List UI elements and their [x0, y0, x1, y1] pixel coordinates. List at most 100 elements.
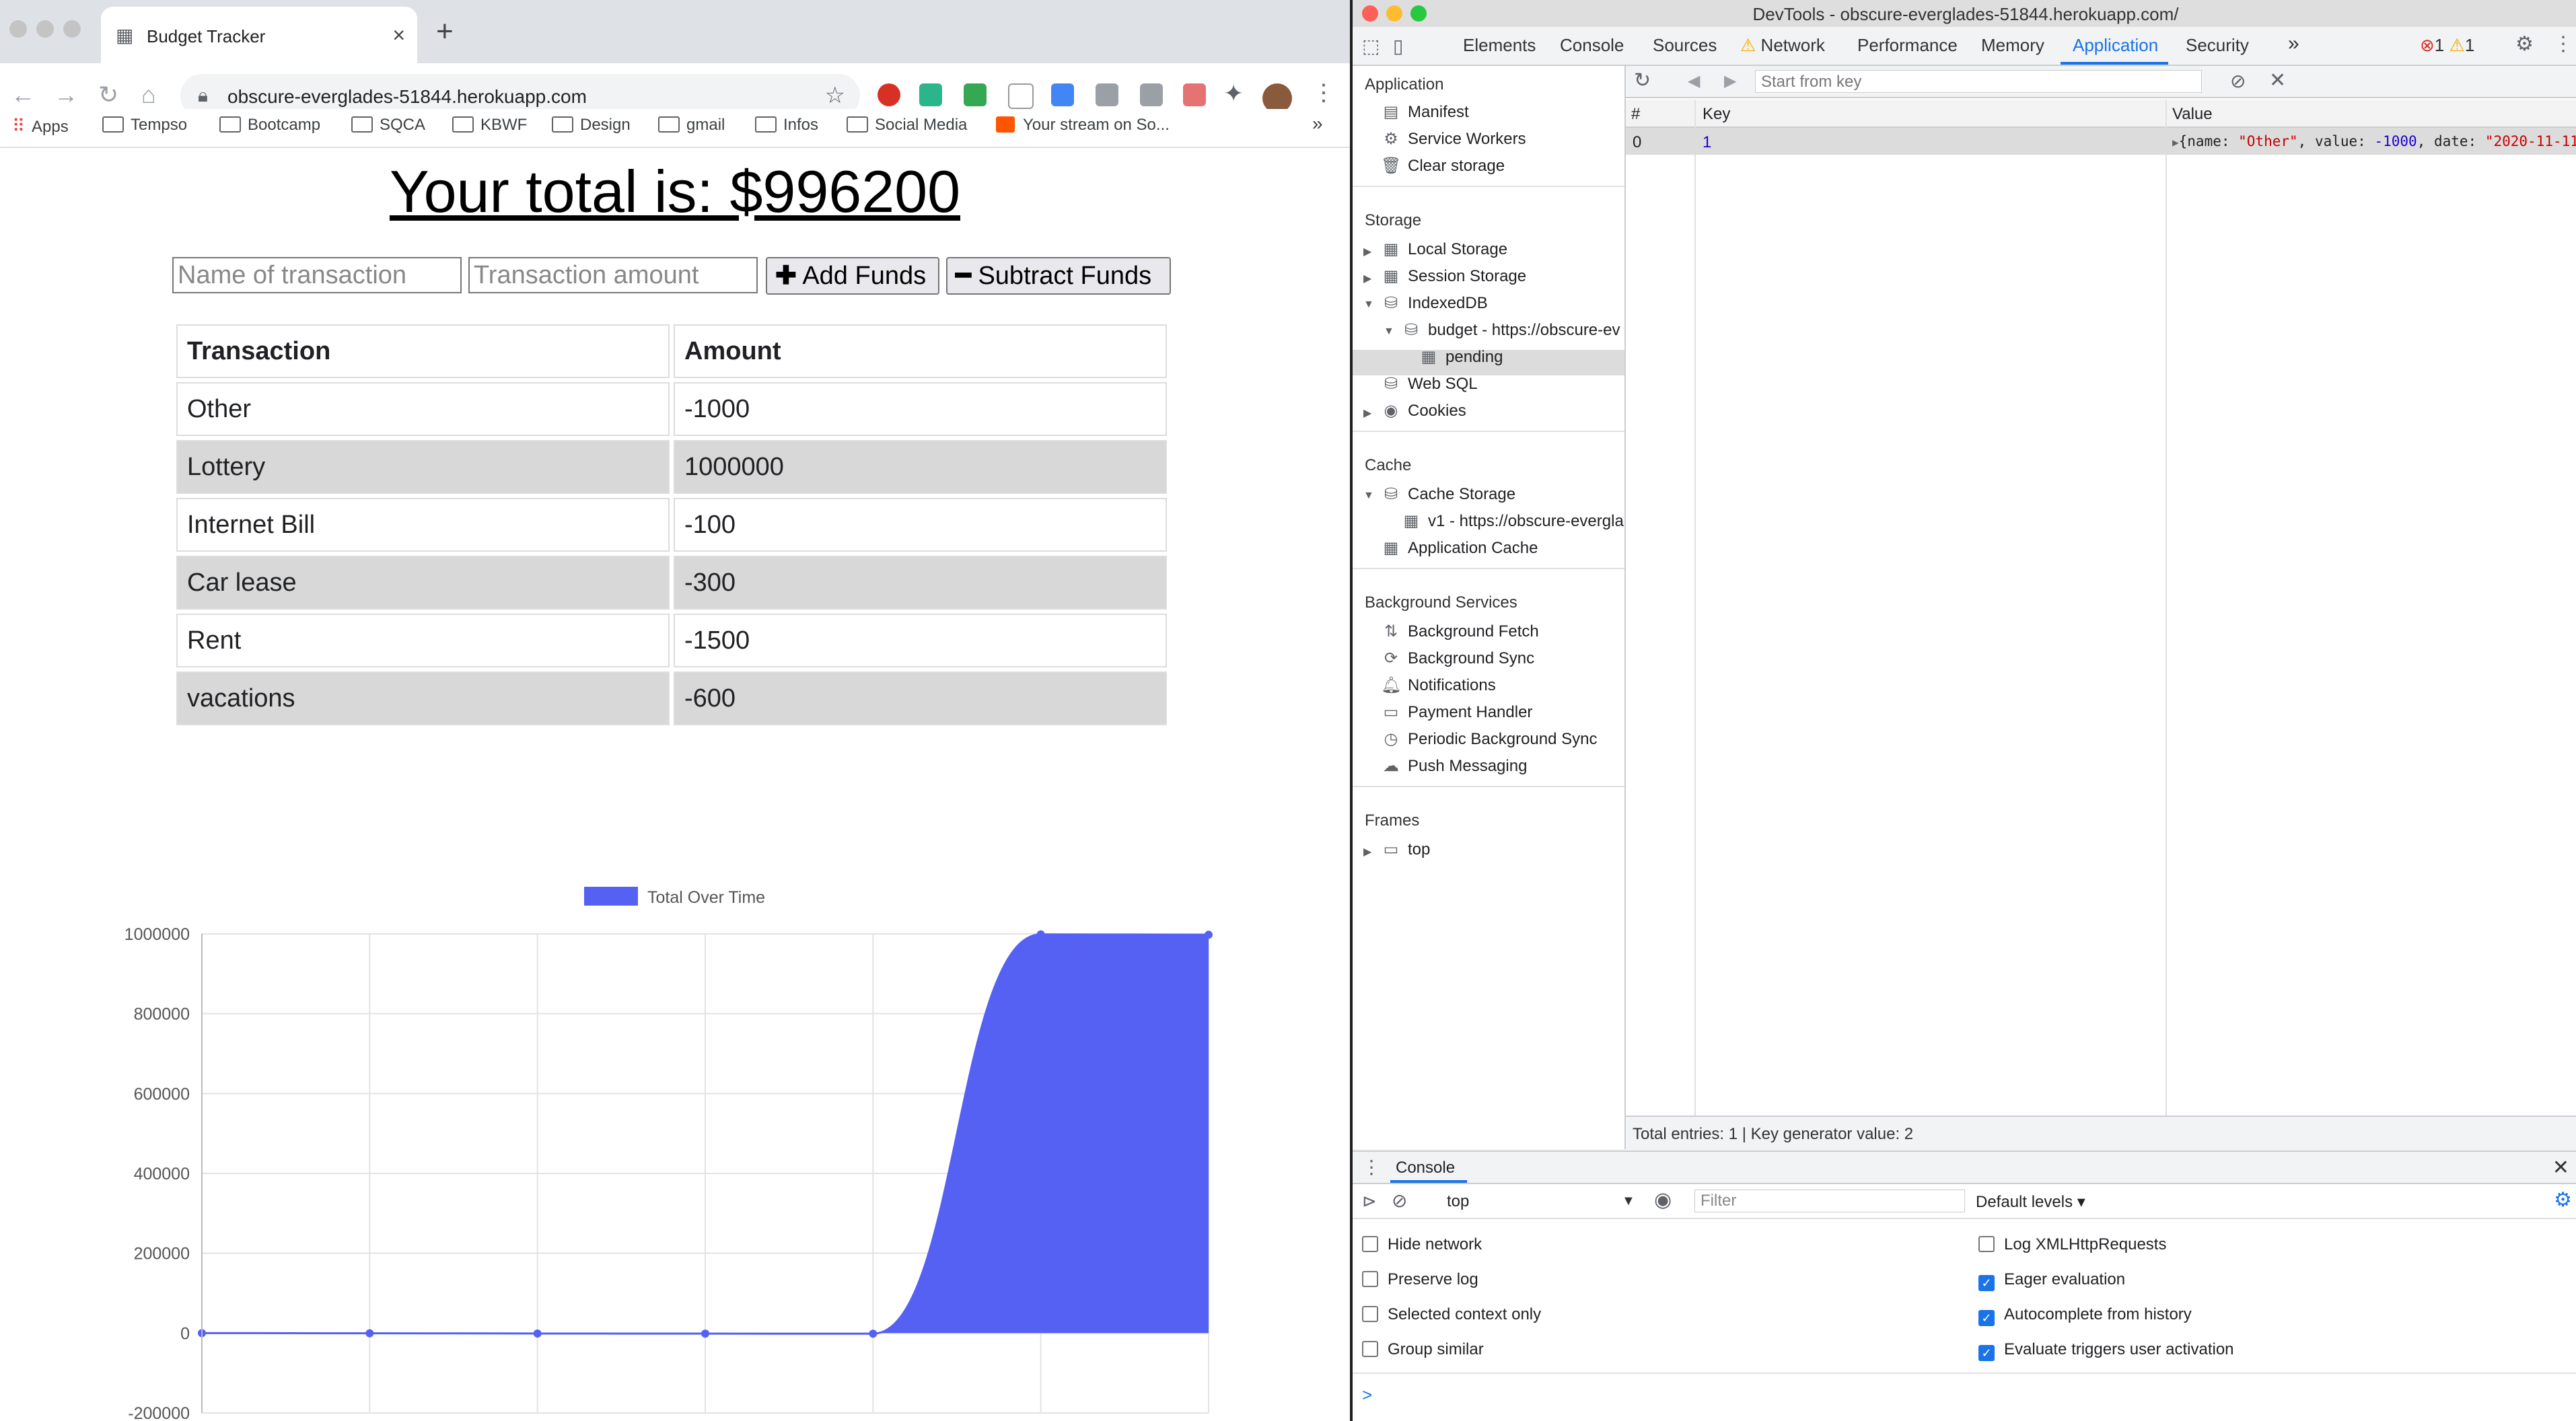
sidebar-item-cache-v1[interactable]: ▦ v1 - https://obscure-evergla — [1401, 511, 1624, 531]
extension-icon[interactable] — [964, 83, 987, 106]
start-from-key-input[interactable]: Start from key — [1755, 70, 2202, 93]
sidebar-item-notifications[interactable]: 🔔︎ Notifications — [1381, 676, 1496, 695]
expand-arrow-icon[interactable]: ▶ — [2172, 136, 2179, 149]
checkbox[interactable] — [1362, 1236, 1378, 1252]
back-icon[interactable]: ← — [11, 81, 35, 109]
error-count-badge[interactable]: ⊗1 ⚠1 — [2420, 35, 2474, 56]
bookmark-folder[interactable]: Tempso — [102, 116, 187, 135]
tab-memory[interactable]: Memory — [1981, 35, 2044, 56]
extensions-puzzle-icon[interactable]: ✦ — [1223, 79, 1244, 108]
autocomplete-from-history-checkbox[interactable]: ✓ Autocomplete from history — [1978, 1305, 2192, 1326]
data-grid-row[interactable]: 0 1 ▶{name: "Other", value: -1000, date:… — [1626, 128, 2576, 155]
checkbox[interactable] — [1362, 1341, 1378, 1357]
tab-elements[interactable]: Elements — [1463, 35, 1536, 56]
expand-arrow-icon[interactable]: ▶ — [1363, 406, 1371, 420]
sidebar-item-indexeddb[interactable]: ⛁ IndexedDB — [1381, 293, 1488, 313]
device-toolbar-icon[interactable]: ▯ — [1393, 35, 1403, 57]
sidebar-item-background-sync[interactable]: ⟳ Background Sync — [1381, 649, 1534, 668]
more-tabs-button[interactable]: » — [2288, 32, 2299, 55]
clear-console-icon[interactable]: ⊘ — [1392, 1190, 1407, 1212]
close-drawer-icon[interactable]: ✕ — [2552, 1156, 2569, 1179]
browser-tab[interactable]: ▦ Budget Tracker × — [101, 7, 417, 63]
bookmark-folder[interactable]: Design — [552, 116, 631, 135]
forward-icon[interactable]: → — [54, 81, 78, 109]
close-window-button[interactable] — [9, 20, 27, 38]
extension-icon[interactable] — [1096, 83, 1118, 106]
expand-arrow-icon[interactable]: ▶ — [1363, 245, 1371, 258]
inspect-element-icon[interactable]: ⬚ — [1362, 35, 1380, 57]
bookmark-star-icon[interactable]: ☆ — [825, 82, 845, 109]
selected-context-only-checkbox[interactable]: Selected context only — [1362, 1305, 1541, 1324]
collapse-arrow-icon[interactable]: ▼ — [1363, 490, 1374, 502]
sidebar-item-manifest[interactable]: ▤ Manifest — [1381, 102, 1469, 122]
checkbox[interactable]: ✓ — [1978, 1310, 1995, 1326]
sidebar-item-session-storage[interactable]: ▦ Session Storage — [1381, 266, 1526, 286]
evaluate-triggers-user-activation-checkbox[interactable]: ✓ Evaluate triggers user activation — [1978, 1340, 2234, 1361]
tab-sources[interactable]: Sources — [1653, 35, 1717, 56]
bookmark-folder[interactable]: SQCA — [351, 116, 425, 135]
sidebar-item-payment-handler[interactable]: ▭ Payment Handler — [1381, 702, 1533, 722]
tab-console[interactable]: Console — [1560, 35, 1624, 56]
sidebar-item-cache-storage[interactable]: ⛁ Cache Storage — [1381, 484, 1515, 504]
transaction-amount-input[interactable]: Transaction amount — [468, 257, 758, 293]
bookmark-apps[interactable]: ⠿ Apps — [12, 116, 69, 137]
tab-application[interactable]: Application — [2073, 35, 2158, 56]
close-tab-icon[interactable]: × — [392, 23, 405, 48]
browser-menu-icon[interactable]: ⋮ — [1312, 79, 1335, 106]
refresh-icon[interactable]: ↻ — [1634, 69, 1651, 92]
preserve-log-checkbox[interactable]: Preserve log — [1362, 1270, 1478, 1289]
minimize-window-button[interactable] — [36, 20, 54, 38]
sidebar-toggle-icon[interactable]: ⊳ — [1362, 1191, 1377, 1212]
tab-performance[interactable]: Performance — [1857, 35, 1958, 56]
extension-icon[interactable] — [1008, 83, 1034, 109]
sidebar-item-cookies[interactable]: ◉ Cookies — [1381, 401, 1466, 421]
add-funds-button[interactable]: ✚ Add Funds — [766, 257, 939, 295]
checkbox[interactable]: ✓ — [1978, 1275, 1995, 1291]
settings-gear-icon[interactable]: ⚙ — [2515, 32, 2534, 56]
collapse-arrow-icon[interactable]: ▼ — [1384, 326, 1394, 338]
transaction-name-input[interactable]: Name of transaction — [172, 257, 462, 293]
devtools-menu-icon[interactable]: ⋮ — [2553, 32, 2573, 56]
console-filter-input[interactable]: Filter — [1694, 1190, 1965, 1212]
console-settings-gear-icon[interactable]: ⚙ — [2554, 1188, 2572, 1212]
extension-icon[interactable] — [878, 83, 900, 106]
bookmark-folder[interactable]: Bootcamp — [219, 116, 320, 135]
bookmark-folder[interactable]: Infos — [755, 116, 818, 135]
checkbox[interactable] — [1362, 1271, 1378, 1287]
context-selector[interactable]: top — [1447, 1192, 1469, 1211]
sidebar-item-pending-store[interactable]: ▦ pending — [1419, 347, 1503, 367]
tab-network[interactable]: ⚠ Network — [1740, 35, 1825, 56]
extension-icon[interactable] — [1051, 83, 1074, 106]
hide-network-checkbox[interactable]: Hide network — [1362, 1235, 1482, 1254]
collapse-arrow-icon[interactable]: ▼ — [1363, 299, 1374, 311]
log-xmlhttprequests-checkbox[interactable]: Log XMLHttpRequests — [1978, 1235, 2166, 1254]
checkbox[interactable]: ✓ — [1978, 1345, 1995, 1361]
extension-icon[interactable] — [1140, 83, 1163, 106]
expand-arrow-icon[interactable]: ▶ — [1363, 272, 1371, 285]
clear-store-icon[interactable]: ⊘ — [2230, 70, 2246, 92]
next-page-icon[interactable]: ▶ — [1724, 71, 1736, 91]
sidebar-item-push-messaging[interactable]: ☁ Push Messaging — [1381, 756, 1527, 776]
home-icon[interactable]: ⌂ — [141, 81, 156, 109]
expand-arrow-icon[interactable]: ▶ — [1363, 845, 1371, 859]
dropdown-arrow-icon[interactable]: ▼ — [1622, 1194, 1635, 1209]
checkbox[interactable] — [1362, 1306, 1378, 1322]
eager-evaluation-checkbox[interactable]: ✓ Eager evaluation — [1978, 1270, 2125, 1291]
drawer-menu-icon[interactable]: ⋮ — [1362, 1156, 1381, 1178]
bookmark-folder[interactable]: gmail — [658, 116, 725, 135]
delete-selected-icon[interactable]: ✕ — [2269, 69, 2286, 92]
previous-page-icon[interactable]: ◀ — [1688, 71, 1700, 91]
extension-icon[interactable] — [919, 83, 942, 106]
console-prompt[interactable]: > — [1362, 1385, 1372, 1406]
sidebar-item-service-workers[interactable]: ⚙ Service Workers — [1381, 129, 1526, 149]
more-bookmarks-button[interactable]: » — [1312, 113, 1323, 135]
maximize-window-button[interactable] — [63, 20, 81, 38]
tab-console-drawer[interactable]: Console — [1396, 1159, 1455, 1177]
live-expression-eye-icon[interactable]: ◉ — [1654, 1188, 1672, 1212]
sidebar-item-local-storage[interactable]: ▦ Local Storage — [1381, 240, 1507, 259]
bookmark-folder[interactable]: KBWF — [452, 116, 527, 135]
row-value[interactable]: ▶{name: "Other", value: -1000, date: "20… — [2172, 133, 2576, 149]
reload-icon[interactable]: ↻ — [98, 81, 118, 109]
bookmark-soundcloud[interactable]: Your stream on So... — [996, 116, 1170, 135]
sidebar-item-periodic-background-sync[interactable]: ◷ Periodic Background Sync — [1381, 729, 1598, 749]
